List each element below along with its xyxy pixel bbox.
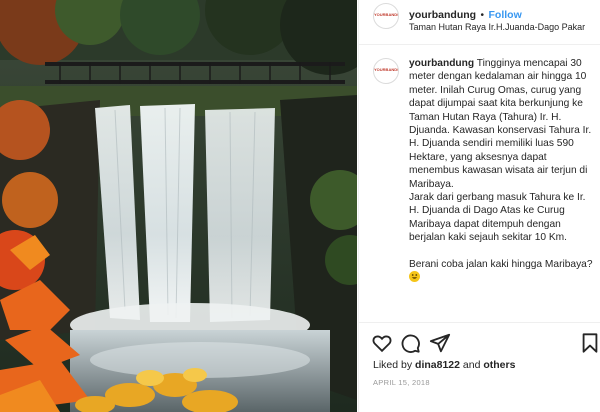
waterfall-photo — [0, 0, 357, 412]
likes-others-link[interactable]: others — [483, 359, 515, 371]
avatar-logo-text: YOURBANDUNG — [374, 12, 398, 17]
post-panel: YOURBANDUNG yourbandung • Follow Taman H… — [358, 0, 600, 412]
caption-paragraph-2: Jarak dari gerbang masuk Tahura ke Ir. H… — [409, 192, 586, 244]
caption: yourbandung Tingginya mencapai 30 meter … — [409, 57, 597, 285]
bookmark-icon[interactable] — [579, 332, 600, 354]
post-username[interactable]: yourbandung — [409, 9, 476, 21]
share-icon[interactable] — [429, 332, 451, 354]
likes-prefix: Liked by — [373, 359, 416, 371]
post-header: YOURBANDUNG yourbandung • Follow Taman H… — [359, 0, 600, 45]
action-bar — [359, 322, 600, 361]
header-line: yourbandung • Follow — [409, 5, 522, 23]
caption-text-3: Berani coba jalan kaki hingga Maribaya? — [409, 258, 593, 270]
likes-line: Liked by dina8122 and others — [373, 359, 515, 371]
caption-paragraph-3: Berani coba jalan kaki hingga Maribaya? — [409, 258, 597, 285]
avatar[interactable]: YOURBANDUNG — [373, 3, 399, 29]
caption-paragraph-1: yourbandung Tingginya mencapai 30 meter … — [409, 57, 597, 191]
liked-by-user[interactable]: dina8122 — [415, 359, 460, 371]
follow-button[interactable]: Follow — [489, 9, 522, 21]
post-location[interactable]: Taman Hutan Raya Ir.H.Juanda-Dago Pakar — [409, 22, 585, 32]
caption-text-1: Tingginya mencapai 30 meter dengan kedal… — [409, 58, 592, 190]
comment-icon[interactable] — [399, 332, 421, 354]
likes-and: and — [459, 359, 484, 371]
caption-avatar[interactable]: YOURBANDUNG — [373, 58, 399, 84]
dot-separator: • — [480, 10, 485, 21]
caption-username[interactable]: yourbandung — [409, 58, 474, 69]
post-date: APRIL 15, 2018 — [373, 378, 430, 387]
post-photo[interactable] — [0, 0, 357, 412]
caption-avatar-logo-text: YOURBANDUNG — [374, 67, 398, 72]
heart-icon[interactable] — [371, 332, 393, 354]
grin-emoji-icon — [409, 271, 420, 283]
